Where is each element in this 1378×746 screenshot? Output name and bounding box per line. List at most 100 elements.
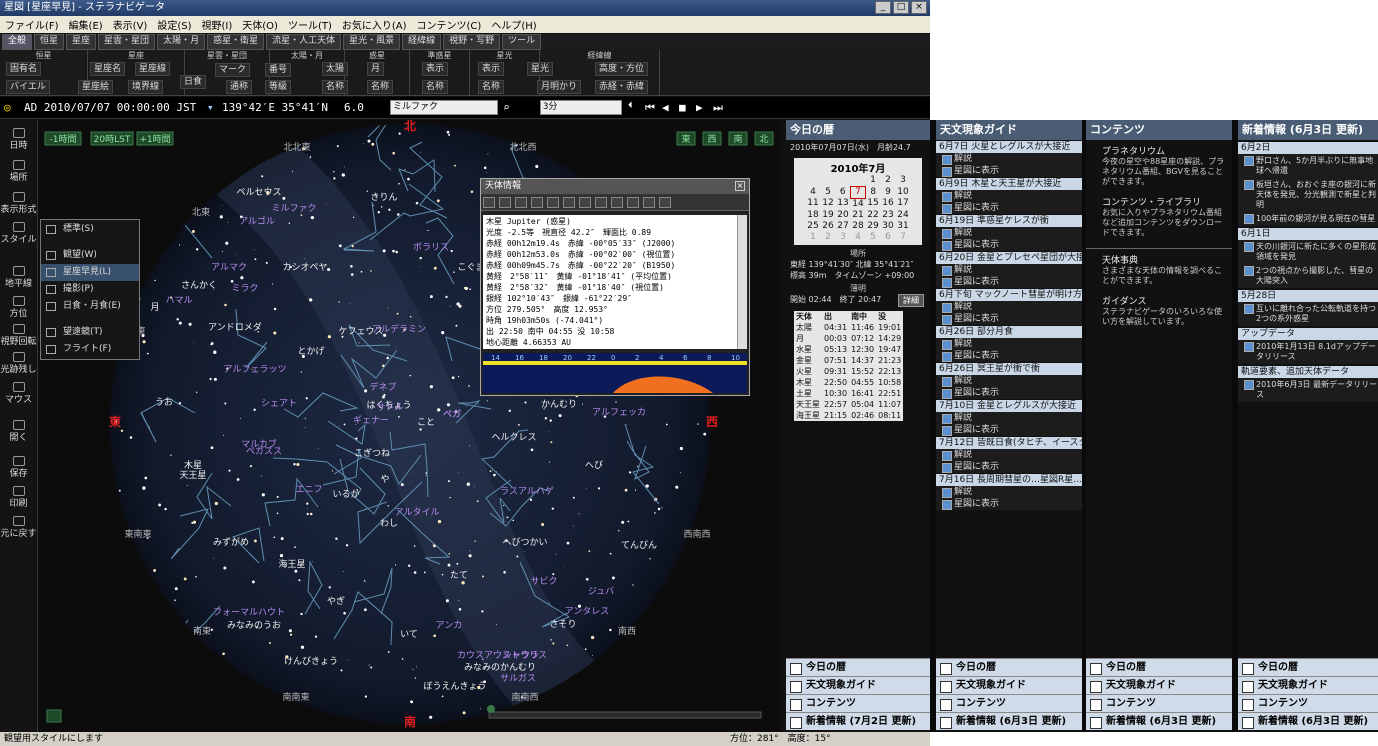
panel-footer-tab[interactable]: 新着情報 (7月2日 更新) [786,712,930,730]
guide-item-link[interactable]: 星図に表示 [936,350,1082,362]
guide-item-title[interactable]: 6月19日 準惑星ケレスが衝 [936,215,1082,227]
news-item[interactable]: 2010年1月13日 8.1dアップデータリリース [1238,340,1378,364]
calendar-day[interactable] [851,175,866,186]
ribbon-button[interactable]: 名称 [367,80,394,94]
guide-item-link[interactable]: 星図に表示 [936,313,1082,325]
news-item[interactable]: 100年前の銀河が見る現在の彗星 [1238,212,1378,226]
panel-footer-tab[interactable]: コンテンツ [786,694,930,712]
left-tool-button[interactable]: 光跡残し [0,352,37,375]
calendar-day[interactable]: 3 [836,232,851,243]
news-item[interactable]: 互いに離れ合った公転軌道を持つ2つの系外惑星 [1238,302,1378,326]
interval-select[interactable]: 3分 [540,100,622,115]
content-item[interactable]: 天体事典 さまざまな天体の情報を調べることができます。 [1086,248,1232,290]
left-tool-button[interactable]: 開く [0,420,37,443]
guide-item-link[interactable]: 星図に表示 [936,424,1082,436]
ribbon-button[interactable]: 月 [367,62,385,76]
content-item[interactable]: ガイダンス ステラナビゲータのいろいろな使い方を解説しています。 [1086,290,1232,331]
step-icon[interactable]: ⏴ [628,101,633,111]
guide-item-title[interactable]: 6月20日 金星とプレセペ星団が大接近 [936,252,1082,264]
menu-item[interactable]: 編集(E) [64,17,108,32]
menu-item[interactable]: お気に入り(A) [337,17,412,32]
calendar-day[interactable]: 23 [881,210,896,221]
content-item-title[interactable]: ガイダンス [1092,294,1228,307]
sky-button[interactable]: 20時LST [90,131,134,146]
menu-item[interactable]: コンテンツ(C) [412,17,487,32]
calendar-day[interactable]: 9 [881,186,896,198]
calendar-day[interactable]: 5 [866,232,881,243]
tab-9[interactable]: 視野・写野 [443,34,501,50]
guide-item-title[interactable]: 6月26日 部分月食 [936,326,1082,338]
calendar-day[interactable]: 13 [836,198,851,210]
guide-item-link[interactable]: 星図に表示 [936,498,1082,510]
panel-footer-tab[interactable]: 今日の暦 [1238,658,1378,676]
left-tool-button[interactable]: 表示形式 [0,192,37,215]
info-scrollbar[interactable] [737,215,747,349]
calendar-day[interactable]: 8 [866,186,881,198]
guide-item-link[interactable]: 解説 [936,412,1082,424]
menu-item[interactable]: ヘルプ(H) [486,17,541,32]
ribbon-button[interactable]: 太陽 [322,62,349,76]
calendar-day[interactable]: 18 [806,210,821,221]
tab-4[interactable]: 太陽・月 [157,34,206,50]
stop-icon[interactable]: ■ [679,101,686,114]
calendar-day[interactable]: 2 [881,175,896,186]
guide-item-link[interactable]: 解説 [936,264,1082,276]
ribbon-button[interactable]: バイエル [6,80,50,94]
calendar-day[interactable]: 7 [850,185,866,199]
guide-item-link[interactable]: 解説 [936,153,1082,165]
panel-footer-tab[interactable]: コンテンツ [936,694,1082,712]
guide-item-link[interactable]: 解説 [936,449,1082,461]
info-tool-icon[interactable] [579,197,591,208]
guide-item-title[interactable]: 6月9日 木星と天王星が大接近 [936,178,1082,190]
ribbon-button[interactable]: マーク [215,63,251,77]
left-tool-button[interactable]: 地平線 [0,266,37,289]
menu-item[interactable]: 天体(O) [237,17,283,32]
menu-item[interactable]: 表示(V) [108,17,153,32]
calendar-day[interactable]: 7 [896,232,911,243]
info-tool-icon[interactable] [643,197,655,208]
info-tool-icon[interactable] [659,197,671,208]
info-tool-icon[interactable] [627,197,639,208]
ribbon-button[interactable]: 星光 [527,62,554,76]
ribbon-button[interactable]: 星座名 [90,62,126,76]
calendar-day[interactable]: 11 [806,198,821,210]
ribbon-button[interactable]: 表示 [422,62,449,76]
calendar-day[interactable]: 24 [896,210,911,221]
calendar-day[interactable]: 3 [896,175,911,186]
guide-item-title[interactable]: 6月26日 冥王星が衝で衝 [936,363,1082,375]
calendar-month[interactable]: 2010年7月 [796,160,920,175]
ribbon-button[interactable]: 赤経・赤緯 [595,80,649,94]
calendar-day[interactable]: 25 [806,221,821,232]
ribbon-button[interactable]: 名称 [322,80,349,94]
calendar-day[interactable]: 15 [866,198,881,210]
location-display[interactable]: 139°42′E 35°41′N [222,101,328,114]
sky-button[interactable]: 西 [702,131,722,146]
sky-button[interactable]: -1時間 [44,131,82,146]
ribbon-button[interactable]: 高度・方位 [595,62,649,76]
guide-item-title[interactable]: 7月12日 皆既日食(タヒチ、イースター… [936,437,1082,449]
info-tool-icon[interactable] [499,197,511,208]
menu-item[interactable]: ツール(T) [283,17,337,32]
panel-footer-tab[interactable]: 新着情報 (6月3日 更新) [1086,712,1232,730]
ribbon-button[interactable]: 月明かり [537,80,582,94]
left-tool-button[interactable]: 視野回転 [0,324,37,347]
calendar-day[interactable]: 6 [881,232,896,243]
sky-button[interactable]: 北 [754,131,774,146]
tab-3[interactable]: 星雲・星団 [98,34,156,50]
style-menu-item[interactable]: 観望(W) [41,247,139,264]
tab-7[interactable]: 星光・風景 [343,34,401,50]
guide-item-link[interactable]: 解説 [936,486,1082,498]
calendar-day[interactable]: 5 [821,186,836,198]
menu-item[interactable]: 設定(S) [152,17,196,32]
panel-footer-tab[interactable]: 今日の暦 [1086,658,1232,676]
guide-item-link[interactable]: 星図に表示 [936,202,1082,214]
calendar-day[interactable] [836,175,851,186]
info-tool-icon[interactable] [483,197,495,208]
calendar-day[interactable]: 31 [896,221,911,232]
ribbon-button[interactable]: 番号 [265,63,292,77]
guide-item-title[interactable]: 6月7日 火星とレグルスが大接近 [936,141,1082,153]
ribbon-button[interactable]: 名称 [478,80,505,94]
ribbon-button[interactable]: 固有名 [6,62,42,76]
news-item[interactable]: 2010年6月3日 最新データリリース [1238,378,1378,402]
ribbon-button[interactable]: 通称 [226,80,253,94]
